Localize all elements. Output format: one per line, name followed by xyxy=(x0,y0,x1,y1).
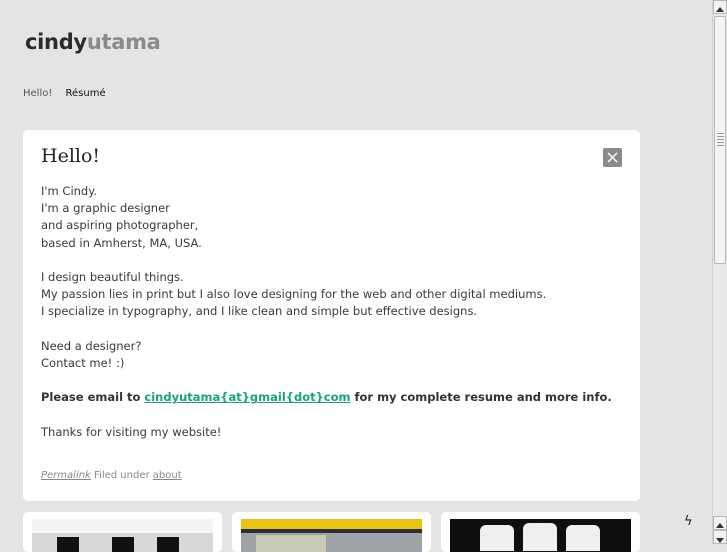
category-link[interactable]: about xyxy=(153,470,182,481)
main-nav: Hello! Résumé xyxy=(23,88,116,99)
email-link[interactable]: cindyutama{at}gmail{dot}com xyxy=(144,390,350,404)
contact-line: Contact me! :) xyxy=(41,356,125,370)
email-suffix: for my complete resume and more info. xyxy=(350,390,612,405)
filed-under-label: Filed under xyxy=(94,470,150,481)
post-meta: Permalink Filed under about xyxy=(41,470,182,481)
lightning-icon[interactable]: ϟ xyxy=(684,514,693,529)
thumbnail-image xyxy=(32,519,213,552)
intro-line: and aspiring photographer, xyxy=(41,218,199,233)
post-card: Hello! I'm Cindy. I'm a graphic designer… xyxy=(23,130,640,501)
close-icon xyxy=(607,152,618,163)
intro-line: I'm Cindy. xyxy=(41,184,98,198)
thumbnail-1[interactable] xyxy=(23,512,222,552)
thanks-line: Thanks for visiting my website! xyxy=(41,424,222,439)
post-title: Hello! xyxy=(41,145,101,167)
site-logo[interactable]: cindyutama xyxy=(25,30,161,54)
chevron-up-icon xyxy=(716,7,724,12)
intro-line: based in Amherst, MA, USA. xyxy=(41,235,202,250)
logo-part-2: utama xyxy=(86,30,161,54)
close-button[interactable] xyxy=(603,148,622,167)
scroll-up-button-lower[interactable] xyxy=(713,516,727,530)
design-line: I specialize in typography, and I like c… xyxy=(41,304,478,319)
thumbnail-image xyxy=(241,519,422,552)
contact-line: Need a designer? xyxy=(41,338,142,353)
design-line: I design beautiful things. xyxy=(41,270,184,284)
intro-line: I'm a graphic designer xyxy=(41,201,170,216)
permalink-link[interactable]: Permalink xyxy=(41,470,91,481)
nav-item-resume[interactable]: Résumé xyxy=(66,88,106,99)
logo-part-1: cindy xyxy=(25,30,87,54)
email-line: Please email to cindyutama{at}gmail{dot}… xyxy=(41,389,621,406)
thumbnail-image xyxy=(450,519,631,552)
scroll-up-button[interactable] xyxy=(713,0,727,14)
thumbnail-3[interactable] xyxy=(441,512,640,552)
post-body: I'm Cindy. I'm a graphic designer and as… xyxy=(41,183,621,441)
scroll-grip xyxy=(717,133,724,147)
design-line: My passion lies in print but I also love… xyxy=(41,287,547,302)
email-prefix: Please email to xyxy=(41,390,145,405)
thumbnail-2[interactable] xyxy=(232,512,431,552)
scroll-down-button[interactable] xyxy=(713,530,727,544)
chevron-down-icon xyxy=(716,538,724,543)
scrollbar[interactable] xyxy=(712,0,727,545)
scroll-thumb[interactable] xyxy=(714,16,726,264)
nav-item-hello[interactable]: Hello! xyxy=(23,88,52,99)
